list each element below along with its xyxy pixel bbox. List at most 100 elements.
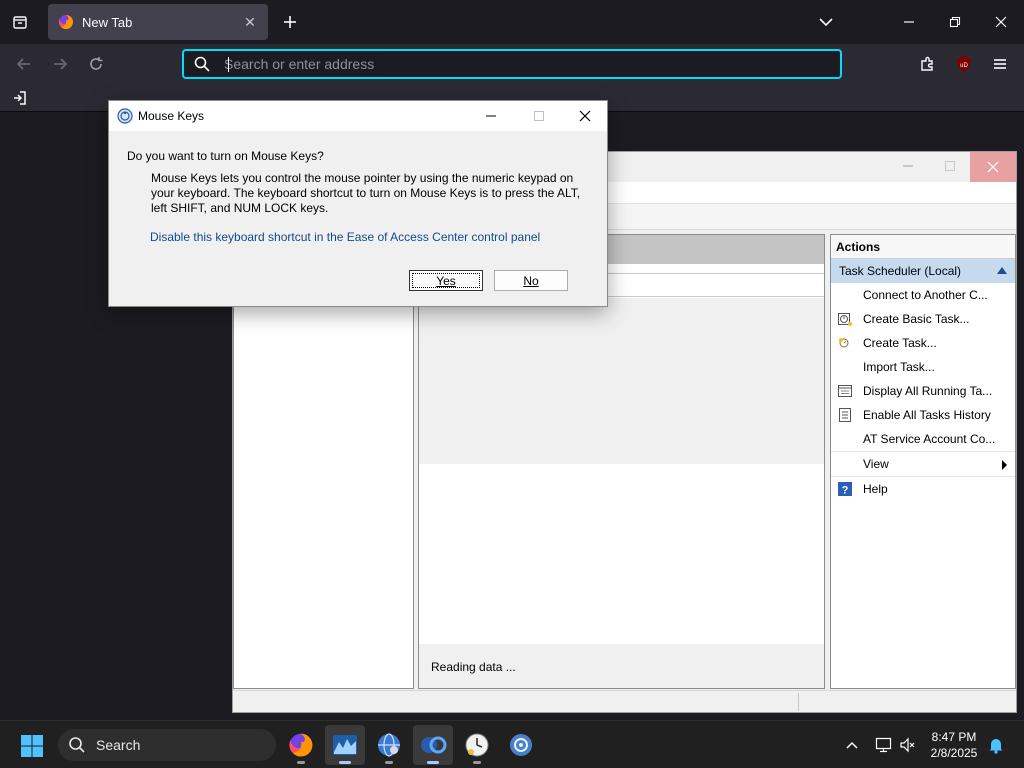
extensions-button[interactable]: [916, 52, 940, 76]
action-label: View: [863, 457, 889, 471]
arrow-right-icon: [54, 58, 68, 70]
reload-icon: [90, 57, 103, 70]
taskbar-app-ease-of-access[interactable]: [413, 725, 453, 765]
create-task-icon: [839, 338, 849, 348]
action-import-task[interactable]: Import Task...: [831, 355, 1015, 379]
actions-section-label: Task Scheduler (Local): [839, 264, 962, 278]
close-icon[interactable]: [577, 108, 593, 124]
action-create-basic-task[interactable]: Create Basic Task...: [831, 307, 1015, 331]
network-status-button[interactable]: [874, 735, 894, 755]
forward-button[interactable]: [48, 52, 72, 76]
no-button-label: No: [523, 273, 539, 288]
app-menu-button[interactable]: [988, 52, 1012, 76]
search-icon: [194, 56, 210, 72]
action-connect-to-another-computer[interactable]: Connect to Another C...: [831, 283, 1015, 307]
system-clock[interactable]: 8:47 PM 2/8/2025: [924, 729, 984, 761]
globe-gear-icon: [378, 733, 400, 757]
window-close-button[interactable]: [978, 4, 1024, 40]
address-bar[interactable]: [182, 49, 842, 79]
action-at-service-account-configuration[interactable]: AT Service Account Co...: [831, 427, 1015, 451]
plus-icon: [284, 16, 296, 28]
svg-text:uD: uD: [960, 63, 968, 69]
firefox-view-icon: [13, 16, 27, 29]
action-label: Create Basic Task...: [863, 312, 970, 326]
action-help[interactable]: ? Help: [831, 477, 1015, 501]
taskbar-app-control-panel[interactable]: [369, 725, 409, 765]
action-create-task[interactable]: Create Task...: [831, 331, 1015, 355]
basic-task-icon: [838, 313, 852, 326]
clock-icon: [465, 733, 489, 757]
address-input[interactable]: [224, 56, 840, 72]
reload-button[interactable]: [84, 52, 108, 76]
help-icon: ?: [838, 482, 852, 497]
back-button[interactable]: [12, 52, 36, 76]
dialog-description: Mouse Keys lets you control the mouse po…: [151, 171, 581, 215]
close-icon: [987, 161, 999, 173]
taskbar-app-task-scheduler[interactable]: [457, 725, 497, 765]
tab-new-tab[interactable]: New Tab ✕: [48, 4, 268, 40]
show-hidden-icons-button[interactable]: [842, 735, 862, 755]
windows-start-icon[interactable]: [20, 734, 44, 758]
svg-text:?: ?: [842, 485, 849, 497]
mouse-keys-app-icon: [421, 736, 447, 754]
actions-pane: Actions Task Scheduler (Local) Connect t…: [830, 234, 1016, 689]
sign-in-icon[interactable]: [11, 89, 29, 107]
action-label: Enable All Tasks History: [863, 408, 991, 422]
taskbar-search-box[interactable]: Search: [58, 729, 276, 761]
network-monitor-icon: [875, 737, 892, 753]
yes-button[interactable]: Yes: [409, 270, 483, 291]
window-minimize-button[interactable]: [886, 4, 932, 40]
minimize-icon[interactable]: [483, 108, 499, 124]
browser-tab-bar: New Tab ✕: [0, 0, 1024, 44]
firefox-view-button[interactable]: [8, 10, 32, 34]
windows-taskbar: Search 8:47 PM 2/8/2025: [0, 720, 1024, 768]
action-view-menu[interactable]: View: [831, 451, 1015, 477]
mouse-keys-titlebar: Mouse Keys: [109, 101, 607, 131]
gear-globe-icon: [510, 734, 532, 756]
performance-monitor-icon: [333, 735, 357, 755]
ublock-shield-icon: uD: [957, 56, 971, 72]
window-restore-button[interactable]: [932, 4, 978, 40]
action-display-all-running-tasks[interactable]: Display All Running Ta...: [831, 379, 1015, 403]
firefox-logo-icon: [289, 733, 313, 757]
running-indicator: [385, 761, 393, 764]
taskbar-app-performance-monitor[interactable]: [325, 725, 365, 765]
status-bar-divider: [798, 693, 799, 711]
notifications-button[interactable]: [986, 735, 1006, 755]
taskbar-search-label: Search: [96, 737, 141, 753]
chevron-up-icon: [846, 741, 858, 749]
mouse-keys-dialog: Mouse Keys Do you want to turn on Mouse …: [108, 100, 608, 307]
minimize-icon: [904, 21, 914, 23]
collapse-triangle-icon[interactable]: [997, 267, 1007, 274]
action-label: Import Task...: [863, 360, 935, 374]
search-icon: [69, 737, 85, 753]
task-scheduler-close-button[interactable]: [970, 152, 1016, 182]
taskbar-app-system-settings[interactable]: [501, 725, 541, 765]
volume-button[interactable]: [898, 735, 918, 755]
maximize-icon[interactable]: [942, 158, 958, 174]
no-button[interactable]: No: [494, 270, 568, 291]
action-enable-all-tasks-history[interactable]: Enable All Tasks History: [831, 403, 1015, 427]
firefox-logo-icon: [58, 15, 74, 30]
close-icon: [995, 16, 1007, 28]
running-indicator: [339, 761, 351, 764]
actions-section-task-scheduler-local[interactable]: Task Scheduler (Local): [831, 259, 1015, 283]
restore-icon: [949, 16, 961, 28]
yes-button-label: Yes: [436, 273, 456, 288]
ublock-origin-button[interactable]: uD: [952, 52, 976, 76]
text-caret: [228, 57, 229, 72]
running-tasks-icon: [838, 385, 852, 397]
action-label: Help: [863, 482, 888, 496]
taskbar-app-firefox[interactable]: [281, 725, 321, 765]
ease-of-access-link[interactable]: Disable this keyboard shortcut in the Ea…: [150, 230, 540, 244]
tab-close-icon[interactable]: ✕: [242, 14, 258, 30]
clock-time: 8:47 PM: [931, 730, 977, 744]
clock-date: 2/8/2025: [930, 746, 978, 760]
action-label: Create Task...: [863, 336, 937, 350]
tab-title: New Tab: [82, 14, 133, 30]
running-indicator: [473, 761, 481, 764]
action-label: AT Service Account Co...: [863, 432, 996, 446]
new-tab-button[interactable]: [278, 10, 302, 34]
minimize-icon[interactable]: [900, 158, 916, 174]
list-all-tabs-button[interactable]: [814, 10, 838, 34]
